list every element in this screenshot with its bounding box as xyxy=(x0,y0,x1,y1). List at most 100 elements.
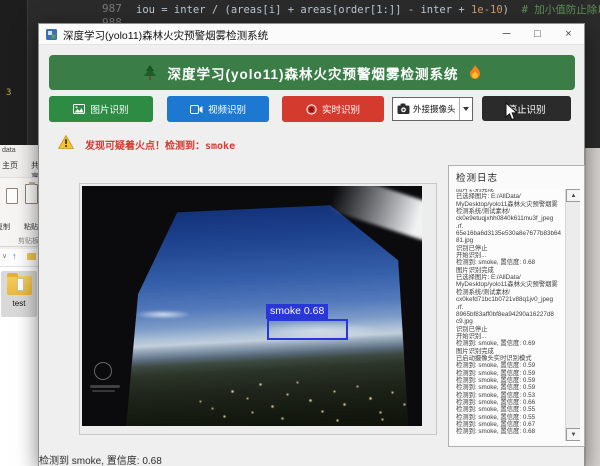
flame-icon xyxy=(469,65,481,80)
scroll-up-icon[interactable]: ▲ xyxy=(566,189,580,202)
stop-recognition-button[interactable]: 停止识别 xyxy=(482,96,571,121)
address-folder-icon xyxy=(27,253,36,260)
terrain-lights xyxy=(82,186,83,187)
select-caret-box[interactable] xyxy=(459,98,472,120)
video-icon xyxy=(190,105,203,114)
log-line: 81.jpg xyxy=(456,237,564,244)
image-button-label: 图片识别 xyxy=(90,102,128,116)
alert-prefix: 发现可疑着火点！检测到： xyxy=(85,141,205,152)
app-icon xyxy=(46,29,57,40)
log-line: 检测到: smoke, 置信度: 0.69 xyxy=(456,340,564,347)
fire-alert-row: 发现可疑着火点！检测到：smoke xyxy=(39,134,584,154)
log-line: 检测到: smoke, 置信度: 0.68 xyxy=(456,428,564,435)
code-comment: # 加小值防止除以0 xyxy=(509,4,600,16)
copy-label[interactable]: 复制 xyxy=(0,222,10,232)
log-line: 检测到: smoke, 置信度: 0.68 xyxy=(456,259,564,266)
header-banner: 深度学习(yolo11)森林火灾预警烟雾检测系统 xyxy=(49,55,575,90)
camera-icon xyxy=(397,103,410,115)
log-line: MyDesktop/yolo11森林火灾预警烟雾 xyxy=(456,281,564,288)
log-line: 检测到: smoke, 置信度: 0.55 xyxy=(456,406,564,413)
close-button[interactable]: × xyxy=(553,24,584,45)
maximize-button[interactable]: □ xyxy=(522,24,553,45)
log-line: MyDesktop/yolo11森林火灾预警烟雾 xyxy=(456,201,564,208)
window-title: 深度学习(yolo11)森林火灾预警烟雾检测系统 xyxy=(63,28,268,43)
log-line: 已选择图片: E:/AllData/ xyxy=(456,193,564,200)
explorer-nav-bar: ∨ ↑ xyxy=(0,249,38,267)
up-arrow-icon[interactable]: ↑ xyxy=(12,251,17,261)
video-watermark-logo xyxy=(94,362,112,380)
scroll-down-icon[interactable]: ▼ xyxy=(566,428,580,441)
alert-keyword: smoke xyxy=(205,141,235,152)
explorer-tab-home[interactable]: 主页 xyxy=(2,160,18,171)
log-line: .rf. xyxy=(456,304,564,311)
log-line: 识别已停止 xyxy=(456,326,564,333)
log-scrollbar[interactable]: ▲ ▼ xyxy=(565,189,580,441)
window-controls: ─ □ × xyxy=(491,24,584,45)
background-window-strip xyxy=(585,148,600,466)
log-lines: 图片识别完成已选择图片: E:/AllData/MyDesktop/yolo11… xyxy=(456,189,564,436)
image-icon xyxy=(73,104,85,114)
file-explorer-fragment: data 主页 共享 复制 粘贴 剪贴板 ∨ ↑ test xyxy=(0,145,38,466)
log-line: 检测到: smoke, 置信度: 0.59 xyxy=(456,362,564,369)
tree-icon xyxy=(143,65,157,81)
detection-bounding-box xyxy=(267,319,348,340)
chevron-down-icon xyxy=(463,107,469,111)
camera-select-value: 外接摄像头 xyxy=(413,103,456,115)
log-line: 检测到: smoke, 置信度: 0.53 xyxy=(456,392,564,399)
editor-line-number: 987 xyxy=(102,2,122,15)
video-watermark-text xyxy=(90,385,120,388)
log-line: c9.jpg xyxy=(456,318,564,325)
record-icon xyxy=(306,104,317,115)
chevron-down-icon[interactable]: ∨ xyxy=(2,252,7,260)
log-body[interactable]: 图片识别完成已选择图片: E:/AllData/MyDesktop/yolo11… xyxy=(454,189,580,441)
video-display-panel: smoke 0.68 xyxy=(79,183,437,435)
log-line: ck0e9etuqjxhh0840k611mu3f_jpeg xyxy=(456,215,564,222)
log-line: 识别已停止 xyxy=(456,245,564,252)
log-line: 8965bf83aff0bf8ea94290a16227d8 xyxy=(456,311,564,318)
log-line: 检测系统/测试素材/ xyxy=(456,289,564,296)
realtime-recognition-button[interactable]: 实时识别 xyxy=(282,96,384,122)
paste-icon[interactable] xyxy=(25,184,38,204)
log-title: 检测日志 xyxy=(456,170,498,184)
folder-icon xyxy=(7,276,32,295)
explorer-title: data xyxy=(2,147,38,154)
app-window: 深度学习(yolo11)森林火灾预警烟雾检测系统 ─ □ × 深度学习(yolo… xyxy=(38,23,585,466)
paste-label[interactable]: 粘贴 xyxy=(24,222,38,232)
warning-icon xyxy=(58,135,74,149)
document-icon xyxy=(17,278,24,291)
log-line: 检测到: smoke, 置信度: 0.59 xyxy=(456,384,564,391)
editor-code-line: iou = inter / (areas[i] + areas[order[1:… xyxy=(136,2,600,17)
video-button-label: 视频识别 xyxy=(208,102,246,116)
camera-source-select[interactable]: 外接摄像头 xyxy=(392,97,473,121)
folder-item-test[interactable]: test xyxy=(1,271,37,317)
log-line: 检测到: smoke, 置信度: 0.59 xyxy=(456,370,564,377)
log-line: 检测到: smoke, 置信度: 0.55 xyxy=(456,414,564,421)
realtime-button-label: 实时识别 xyxy=(322,102,360,116)
copy-icon[interactable] xyxy=(6,188,18,204)
clipboard-group-label: 剪贴板 xyxy=(18,236,38,246)
image-recognition-button[interactable]: 图片识别 xyxy=(49,96,153,122)
alert-message: 发现可疑着火点！检测到：smoke xyxy=(85,137,235,152)
log-line: 65e16ba6d3135e530a8e7677b83b64 xyxy=(456,230,564,237)
video-frame: smoke 0.68 xyxy=(82,186,422,426)
folder-label: test xyxy=(1,299,37,308)
code-text: iou = inter / (areas[i] + areas[order[1:… xyxy=(136,4,471,16)
clipboard-clip xyxy=(29,182,35,185)
detection-label: smoke 0.68 xyxy=(266,304,328,319)
video-watermark-text xyxy=(92,390,115,392)
code-number: 1e-10 xyxy=(471,4,503,16)
log-line: 检测系统/测试素材/ xyxy=(456,208,564,215)
editor-gutter-number: 3 xyxy=(6,88,11,98)
status-bar: 检测到 smoke, 置信度: 0.68 xyxy=(39,452,162,466)
titlebar[interactable]: 深度学习(yolo11)森林火灾预警烟雾检测系统 ─ □ × xyxy=(39,24,584,45)
log-line: 图片识别完成 xyxy=(456,348,564,355)
video-recognition-button[interactable]: 视频识别 xyxy=(167,96,269,122)
log-line: cx0kefd71bc1b0721v88q1jv0_jpeg xyxy=(456,296,564,303)
snow-mountain-highlight xyxy=(134,310,192,319)
explorer-content: test xyxy=(0,267,38,466)
detection-log-panel: 检测日志 图片识别完成已选择图片: E:/AllData/MyDesktop/y… xyxy=(448,165,585,447)
explorer-ribbon: 复制 粘贴 剪贴板 xyxy=(0,177,38,247)
banner-title: 深度学习(yolo11)森林火灾预警烟雾检测系统 xyxy=(167,63,458,83)
screen: 3 987 988 iou = inter / (areas[i] + area… xyxy=(0,0,600,466)
minimize-button[interactable]: ─ xyxy=(491,24,522,45)
